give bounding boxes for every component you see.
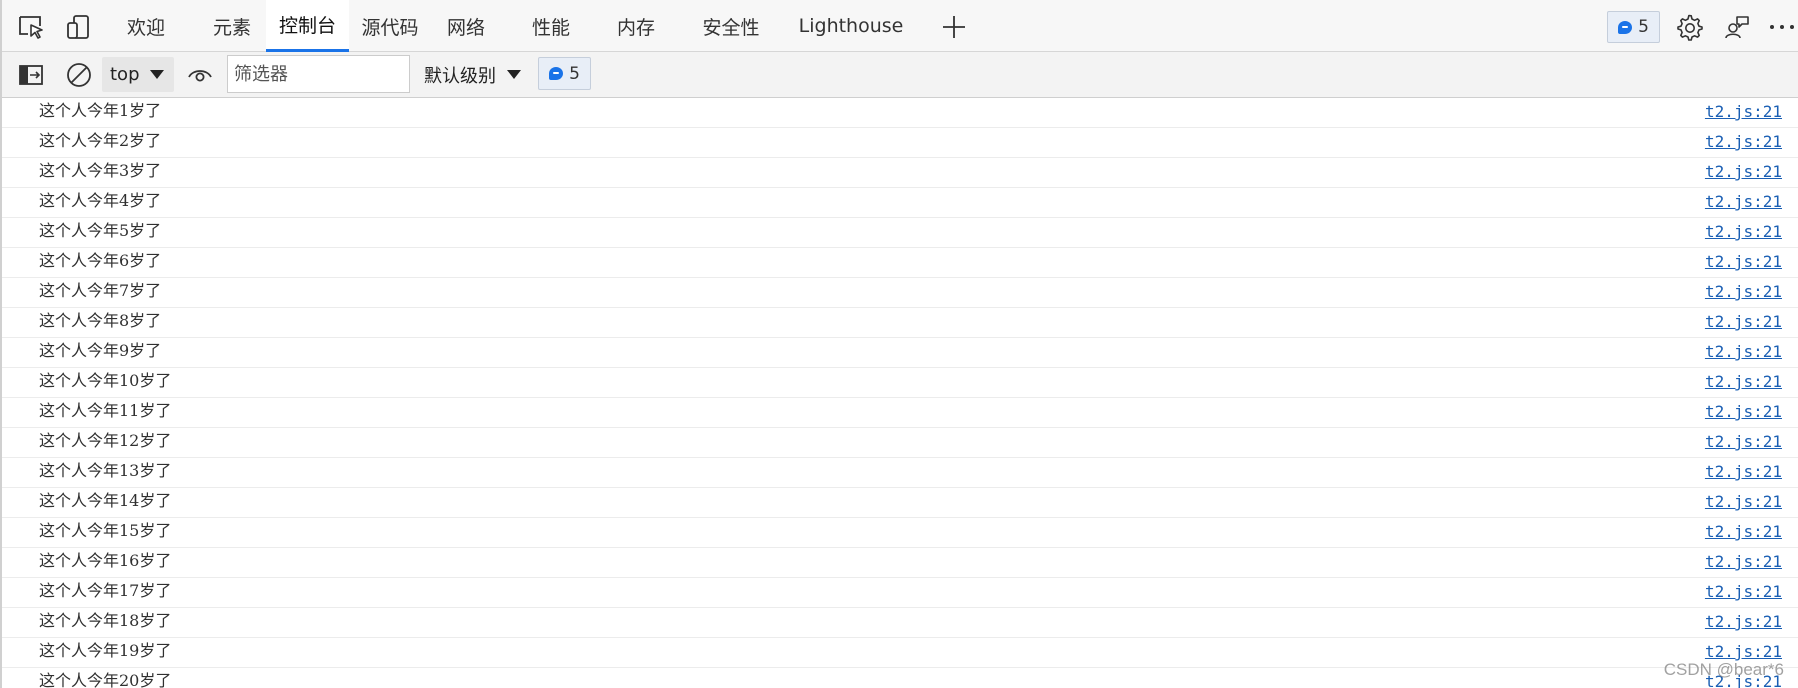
tab-console[interactable]: 控制台	[266, 0, 349, 52]
tab-security[interactable]: 安全性	[692, 0, 770, 52]
console-message-row: 这个人今年20岁了 t2.js:21	[2, 668, 1798, 688]
console-message-text: 这个人今年14岁了	[39, 491, 172, 510]
console-message-row: 这个人今年2岁了 t2.js:21	[2, 128, 1798, 158]
console-message-row: 这个人今年10岁了 t2.js:21	[2, 368, 1798, 398]
console-message-text: 这个人今年4岁了	[39, 191, 162, 210]
inspect-element-icon[interactable]	[16, 12, 46, 42]
console-message-text: 这个人今年6岁了	[39, 251, 162, 270]
console-message-row: 这个人今年15岁了 t2.js:21	[2, 518, 1798, 548]
more-options-icon[interactable]	[1768, 12, 1796, 42]
tab-welcome[interactable]: 欢迎	[112, 0, 180, 52]
settings-gear-icon[interactable]	[1674, 12, 1704, 42]
dropdown-caret-icon	[150, 70, 164, 79]
clear-console-icon[interactable]	[64, 60, 94, 90]
source-link[interactable]: t2.js:21	[1705, 642, 1782, 662]
console-message-row: 这个人今年9岁了 t2.js:21	[2, 338, 1798, 368]
console-message-text: 这个人今年1岁了	[39, 101, 162, 120]
console-message-text: 这个人今年9岁了	[39, 341, 162, 360]
tab-sources[interactable]: 源代码	[352, 0, 428, 52]
console-toolbar: top 默认级别 5	[2, 52, 1798, 98]
console-message-text: 这个人今年13岁了	[39, 461, 172, 480]
console-message-text: 这个人今年17岁了	[39, 581, 172, 600]
tab-lighthouse[interactable]: Lighthouse	[797, 0, 905, 52]
tab-elements[interactable]: 元素	[196, 0, 268, 52]
console-message-text: 这个人今年7岁了	[39, 281, 162, 300]
tab-bar: 欢迎 元素 控制台 源代码 网络 性能 内存 安全性 Lighthouse 5	[2, 0, 1798, 52]
source-link[interactable]: t2.js:21	[1705, 372, 1782, 392]
source-link[interactable]: t2.js:21	[1705, 582, 1782, 602]
console-message-row: 这个人今年7岁了 t2.js:21	[2, 278, 1798, 308]
source-link[interactable]: t2.js:21	[1705, 672, 1782, 688]
dropdown-caret-icon	[507, 70, 521, 79]
devtools-window: 欢迎 元素 控制台 源代码 网络 性能 内存 安全性 Lighthouse 5	[0, 0, 1798, 688]
source-link[interactable]: t2.js:21	[1705, 462, 1782, 482]
console-message-row: 这个人今年5岁了 t2.js:21	[2, 218, 1798, 248]
sidebar-toggle-icon[interactable]	[16, 60, 46, 90]
source-link[interactable]: t2.js:21	[1705, 522, 1782, 542]
source-link[interactable]: t2.js:21	[1705, 552, 1782, 572]
tab-performance[interactable]: 性能	[520, 0, 582, 52]
console-message-row: 这个人今年19岁了 t2.js:21	[2, 638, 1798, 668]
live-expression-eye-icon[interactable]	[185, 60, 215, 90]
messages-badge[interactable]: 5	[1607, 11, 1660, 43]
source-link[interactable]: t2.js:21	[1705, 402, 1782, 422]
console-message-row: 这个人今年18岁了 t2.js:21	[2, 608, 1798, 638]
console-message-text: 这个人今年3岁了	[39, 161, 162, 180]
source-link[interactable]: t2.js:21	[1705, 132, 1782, 152]
source-link[interactable]: t2.js:21	[1705, 162, 1782, 182]
log-level-selector[interactable]: 默认级别	[422, 57, 527, 92]
console-message-row: 这个人今年16岁了 t2.js:21	[2, 548, 1798, 578]
filter-input[interactable]	[227, 55, 410, 93]
source-link[interactable]: t2.js:21	[1705, 312, 1782, 332]
console-message-row: 这个人今年8岁了 t2.js:21	[2, 308, 1798, 338]
console-message-text: 这个人今年19岁了	[39, 641, 172, 660]
console-message-row: 这个人今年1岁了 t2.js:21	[2, 98, 1798, 128]
console-message-row: 这个人今年13岁了 t2.js:21	[2, 458, 1798, 488]
console-message-row: 这个人今年12岁了 t2.js:21	[2, 428, 1798, 458]
source-link[interactable]: t2.js:21	[1705, 432, 1782, 452]
source-link[interactable]: t2.js:21	[1705, 102, 1782, 122]
console-message-row: 这个人今年6岁了 t2.js:21	[2, 248, 1798, 278]
issues-count-badge[interactable]: 5	[538, 57, 591, 90]
console-message-text: 这个人今年2岁了	[39, 131, 162, 150]
tab-network[interactable]: 网络	[436, 0, 496, 52]
customize-feedback-icon[interactable]	[1722, 12, 1752, 42]
console-message-text: 这个人今年20岁了	[39, 671, 172, 688]
source-link[interactable]: t2.js:21	[1705, 612, 1782, 632]
source-link[interactable]: t2.js:21	[1705, 492, 1782, 512]
console-message-row: 这个人今年4岁了 t2.js:21	[2, 188, 1798, 218]
console-message-text: 这个人今年18岁了	[39, 611, 172, 630]
source-link[interactable]: t2.js:21	[1705, 252, 1782, 272]
source-link[interactable]: t2.js:21	[1705, 192, 1782, 212]
console-message-text: 这个人今年8岁了	[39, 311, 162, 330]
console-message-text: 这个人今年10岁了	[39, 371, 172, 390]
message-icon	[1618, 20, 1633, 34]
console-message-row: 这个人今年17岁了 t2.js:21	[2, 578, 1798, 608]
console-message-text: 这个人今年15岁了	[39, 521, 172, 540]
console-message-text: 这个人今年16岁了	[39, 551, 172, 570]
console-message-row: 这个人今年14岁了 t2.js:21	[2, 488, 1798, 518]
device-emulation-icon[interactable]	[64, 12, 94, 42]
message-icon	[549, 67, 564, 80]
source-link[interactable]: t2.js:21	[1705, 342, 1782, 362]
console-message-text: 这个人今年5岁了	[39, 221, 162, 240]
add-tab-icon[interactable]	[939, 12, 969, 42]
console-message-text: 这个人今年11岁了	[39, 401, 172, 420]
source-link[interactable]: t2.js:21	[1705, 282, 1782, 302]
console-message-text: 这个人今年12岁了	[39, 431, 172, 450]
source-link[interactable]: t2.js:21	[1705, 222, 1782, 242]
tab-memory[interactable]: 内存	[606, 0, 666, 52]
console-message-row: 这个人今年3岁了 t2.js:21	[2, 158, 1798, 188]
console-log-area: 这个人今年1岁了 t2.js:21 这个人今年2岁了 t2.js:21 这个人今年3岁了…	[2, 98, 1798, 688]
console-message-row: 这个人今年11岁了 t2.js:21	[2, 398, 1798, 428]
context-selector[interactable]: top	[102, 57, 174, 92]
